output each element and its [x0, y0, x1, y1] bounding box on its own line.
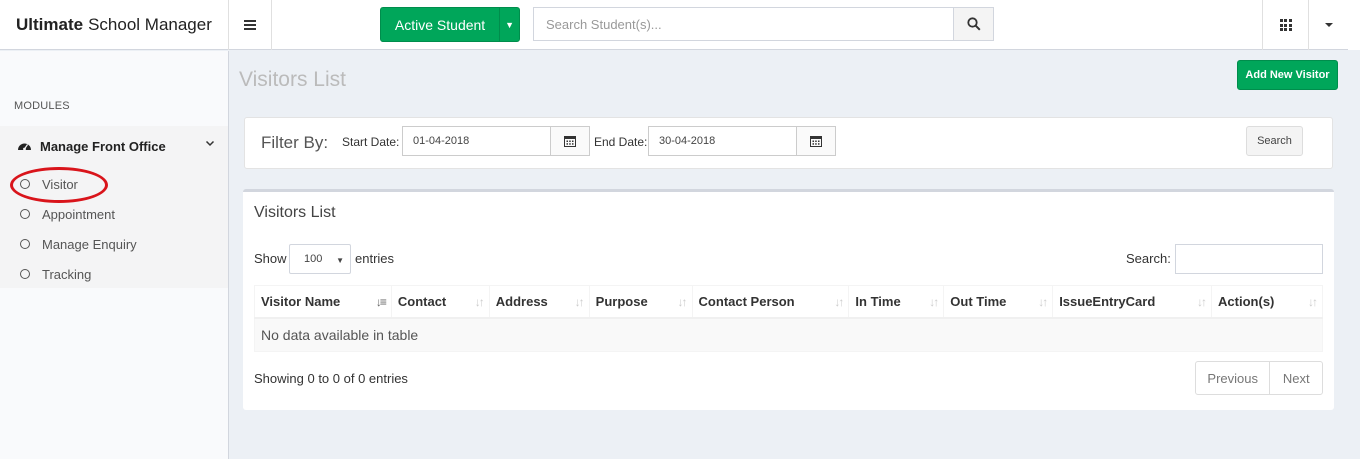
calendar-icon	[810, 136, 822, 147]
column-header-address[interactable]: Address ↓↑	[489, 285, 590, 319]
end-date-input[interactable]	[649, 127, 796, 155]
active-student-label: Active Student	[394, 16, 486, 33]
modules-header: MODULES	[14, 100, 70, 112]
top-navbar: Ultimate School Manager Active Student ▼	[0, 0, 1360, 50]
brand-rest: School Manager	[88, 15, 212, 34]
sidebar-item-manage-enquiry[interactable]: Manage Enquiry	[20, 236, 137, 252]
sort-icon: ↓↑	[1038, 295, 1048, 309]
entries-value: 100	[304, 253, 323, 265]
empty-table-message: No data available in table	[254, 317, 1323, 352]
sort-icon: ↓↑	[834, 295, 844, 309]
sidebar-item-manage-front-office[interactable]: Manage Front Office	[17, 138, 215, 154]
sidebar-toggle-button[interactable]	[229, 0, 272, 50]
list-title: Visitors List	[254, 204, 336, 221]
filter-search-button[interactable]: Search	[1246, 126, 1303, 156]
scrollbar[interactable]	[1348, 0, 1360, 50]
table-info: Showing 0 to 0 of 0 entries	[254, 371, 408, 386]
circle-icon	[20, 179, 30, 189]
search-icon	[966, 17, 981, 31]
start-date-label: Start Date:	[342, 135, 400, 149]
entries-select[interactable]: 100 ▼	[289, 244, 351, 274]
caret-down-icon[interactable]: ▼	[499, 8, 519, 41]
sort-icon: ↓↑	[474, 295, 485, 309]
table-search-label: Search:	[1126, 251, 1171, 266]
column-header-in-time[interactable]: In Time ↓↑	[848, 285, 945, 319]
student-search-button[interactable]	[953, 8, 993, 40]
sidebar-item-visitor[interactable]: Visitor	[20, 176, 78, 192]
caret-down-icon: ▼	[336, 256, 344, 265]
table-row: No data available in table	[254, 317, 1323, 352]
filter-label: Filter By:	[261, 133, 329, 152]
hamburger-icon	[244, 20, 256, 30]
end-date-label: End Date:	[594, 135, 648, 149]
circle-icon	[20, 269, 30, 279]
filter-panel: Filter By: Start Date: End Date: Search	[244, 117, 1333, 169]
student-search-input[interactable]	[534, 8, 953, 40]
visitors-list-panel: Visitors List Show 100 ▼ entries Search:…	[243, 189, 1334, 410]
column-header-purpose[interactable]: Purpose ↓↑	[589, 285, 693, 319]
add-new-visitor-button[interactable]: Add New Visitor	[1237, 60, 1338, 90]
column-header-out-time[interactable]: Out Time ↓↑	[943, 285, 1054, 319]
calendar-button[interactable]	[796, 127, 835, 155]
end-date-picker	[648, 126, 836, 156]
circle-icon	[20, 239, 30, 249]
chevron-down-icon	[205, 140, 215, 147]
sidebar-item-label: Tracking	[42, 266, 92, 282]
column-header-visitor-name[interactable]: Visitor Name ↓≡	[254, 285, 392, 319]
table-search-input[interactable]	[1175, 244, 1323, 274]
sort-icon: ↓↑	[929, 295, 939, 309]
sidebar-item-appointment[interactable]: Appointment	[20, 206, 115, 222]
caret-down-icon	[1324, 23, 1333, 27]
previous-page-button[interactable]: Previous	[1196, 362, 1271, 394]
sort-asc-icon: ↓≡	[375, 295, 387, 309]
calendar-button[interactable]	[550, 127, 589, 155]
sidebar-group-front-office: Manage Front Office Visitor Appointment …	[0, 126, 228, 288]
start-date-picker	[402, 126, 590, 156]
sort-icon: ↓↑	[1197, 295, 1207, 309]
sidebar: MODULES Manage Front Office Visitor Appo…	[0, 51, 229, 459]
calendar-icon	[564, 136, 576, 147]
next-page-button[interactable]: Next	[1270, 362, 1322, 394]
dashboard-icon	[18, 143, 31, 151]
column-header-issue-entry-card[interactable]: IssueEntryCard ↓↑	[1052, 285, 1213, 319]
start-date-input[interactable]	[403, 127, 550, 155]
sidebar-group-label: Manage Front Office	[40, 138, 166, 154]
apps-grid-icon	[1279, 19, 1292, 31]
app-logo[interactable]: Ultimate School Manager	[0, 0, 229, 50]
circle-icon	[20, 209, 30, 219]
sidebar-item-label: Appointment	[42, 206, 115, 222]
pagination: Previous Next	[1195, 361, 1323, 395]
page-title: Visitors List	[239, 68, 346, 91]
sort-icon: ↓↑	[1308, 295, 1318, 309]
sort-icon: ↓↑	[574, 295, 585, 309]
column-header-contact[interactable]: Contact ↓↑	[391, 285, 490, 319]
show-label: Show	[254, 251, 287, 266]
brand-bold: Ultimate	[16, 15, 84, 34]
sort-icon: ↓↑	[677, 295, 688, 309]
visitors-table: Visitor Name ↓≡ Contact ↓↑ Address ↓↑ Purpo…	[254, 285, 1323, 352]
sidebar-item-tracking[interactable]: Tracking	[20, 266, 91, 282]
user-menu-button[interactable]	[1308, 0, 1348, 50]
sidebar-item-label: Visitor	[42, 176, 78, 192]
student-search	[533, 7, 994, 41]
column-header-actions[interactable]: Action(s) ↓↑	[1211, 285, 1323, 319]
entries-label: entries	[355, 251, 395, 266]
column-header-contact-person[interactable]: Contact Person ↓↑	[692, 285, 850, 319]
active-student-button[interactable]: Active Student ▼	[380, 7, 520, 42]
sidebar-item-label: Manage Enquiry	[42, 236, 137, 252]
apps-menu-button[interactable]	[1262, 0, 1308, 50]
